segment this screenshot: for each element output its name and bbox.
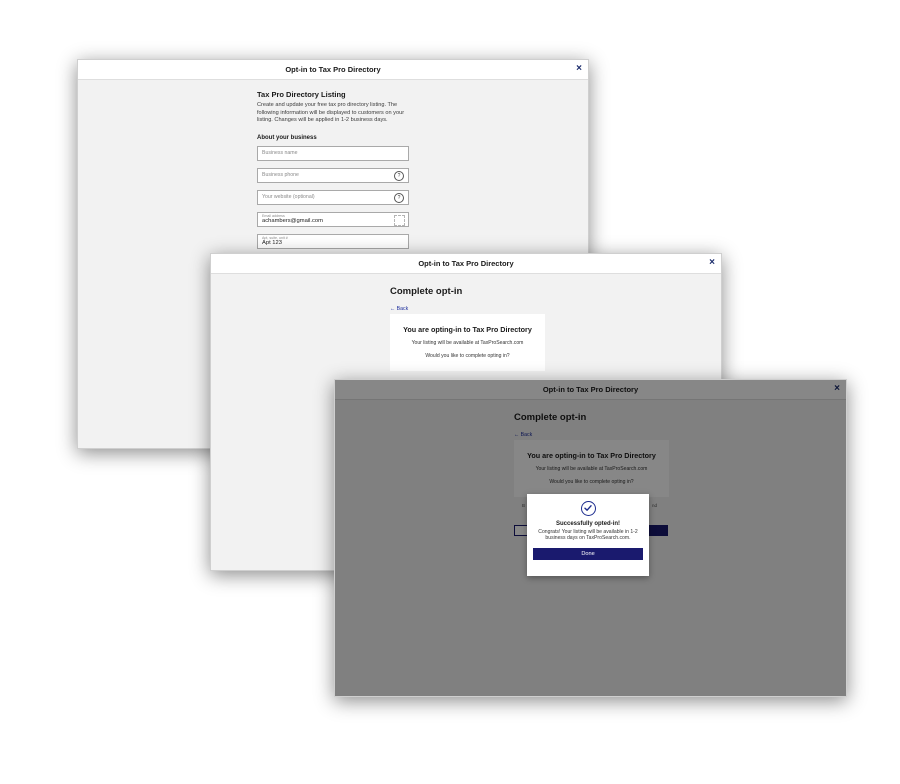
modal-title: Successfully opted-in! (555, 521, 620, 527)
card-title: You are opting-in to Tax Pro Directory (403, 325, 532, 334)
close-icon[interactable]: × (709, 257, 715, 269)
window-title: Opt-in to Tax Pro Directory (418, 259, 514, 268)
optin-confirm-card: You are opting-in to Tax Pro Directory Y… (390, 314, 545, 371)
window-title: Opt-in to Tax Pro Directory (285, 65, 381, 74)
back-link[interactable]: ← Back (390, 306, 408, 312)
window-titlebar: Opt-in to Tax Pro Directory × (211, 254, 721, 274)
apt-field[interactable]: Apt, suite, unit # Apt 123 (257, 233, 409, 249)
help-icon[interactable]: ? (394, 170, 404, 181)
complete-header: Complete opt-in ← Back (390, 286, 462, 315)
check-circle-icon (580, 501, 596, 516)
card-line-2: Would you like to complete opting in? (425, 353, 510, 359)
website-field[interactable]: Your website (optional) ? (257, 189, 409, 205)
business-name-placeholder: Business name (262, 150, 298, 156)
success-window: Opt-in to Tax Pro Directory × Complete o… (334, 379, 847, 697)
help-icon[interactable]: ? (394, 192, 404, 203)
business-name-field[interactable]: Business name (257, 145, 409, 161)
about-section-title: About your business (257, 134, 317, 141)
listing-description: Create and update your free tax pro dire… (257, 102, 405, 123)
page-title: Complete opt-in (390, 286, 463, 297)
done-button[interactable]: Done (533, 547, 643, 560)
autofill-icon (394, 214, 405, 226)
business-phone-placeholder: Business phone (262, 172, 299, 178)
close-icon[interactable]: × (576, 63, 582, 75)
success-modal: Successfully opted-in! Congrats! Your li… (527, 494, 649, 576)
listing-heading: Tax Pro Directory Listing (257, 90, 346, 99)
window-titlebar: Opt-in to Tax Pro Directory × (78, 60, 588, 80)
apt-value: Apt 123 (262, 240, 282, 246)
business-phone-field[interactable]: Business phone ? (257, 167, 409, 183)
modal-text: Congrats! Your listing will be available… (538, 529, 638, 542)
email-field[interactable]: Email address achambers@gmail.com (257, 211, 409, 227)
card-line-1: Your listing will be available at TaxPro… (411, 340, 524, 346)
listing-form: Tax Pro Directory Listing Create and upd… (257, 90, 417, 256)
website-placeholder: Your website (optional) (262, 194, 315, 200)
email-value: achambers@gmail.com (262, 218, 323, 224)
